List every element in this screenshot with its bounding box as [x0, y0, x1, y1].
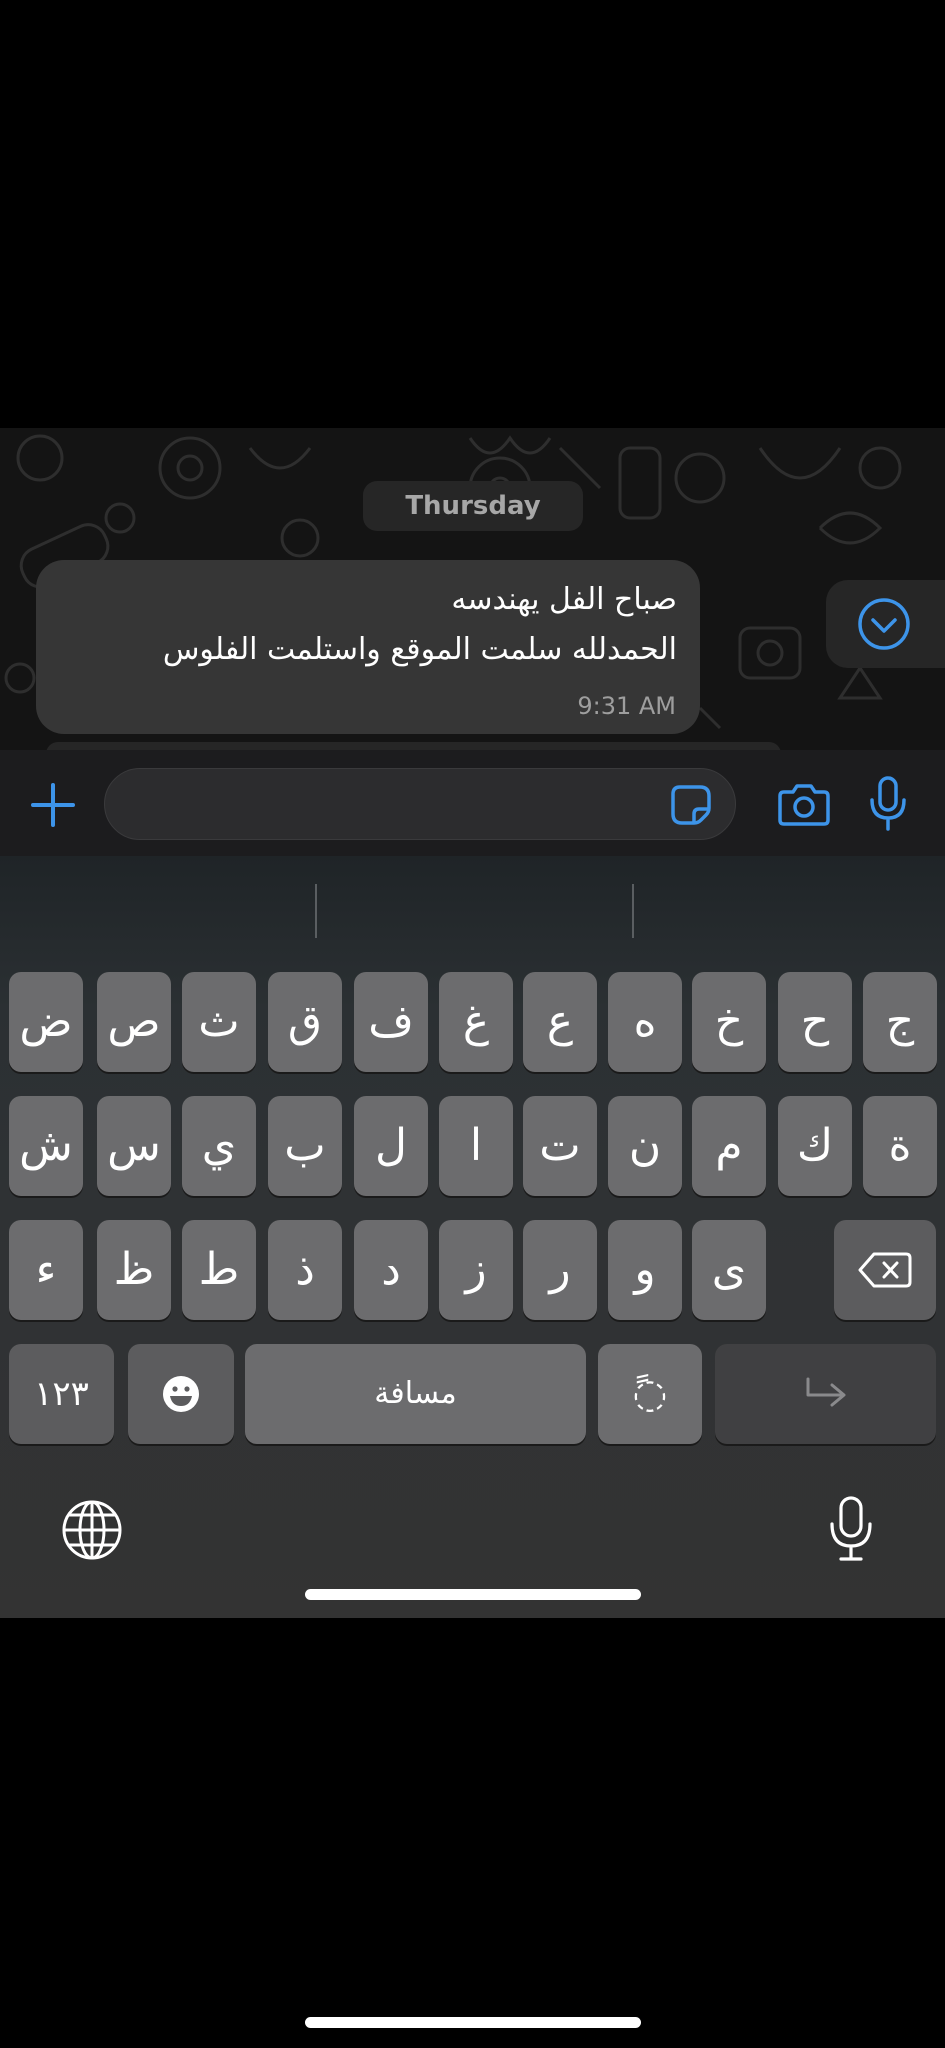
- key-label: ث: [198, 996, 240, 1047]
- key-label: ى: [711, 1244, 747, 1295]
- key-row3-1[interactable]: ظ: [97, 1220, 171, 1320]
- key-label: د: [381, 1244, 401, 1295]
- key-row2-3[interactable]: ب: [268, 1096, 342, 1196]
- key-row1-1[interactable]: ص: [97, 972, 171, 1072]
- date-separator: Thursday: [363, 481, 583, 531]
- key-label: ا: [469, 1120, 483, 1171]
- key-label: ع: [546, 996, 574, 1047]
- key-label: ر: [549, 1244, 571, 1295]
- key-label: ل: [375, 1120, 407, 1171]
- microphone-icon: [870, 776, 906, 831]
- key-row2-10[interactable]: ة: [863, 1096, 937, 1196]
- sticker-icon: [671, 785, 711, 825]
- key-label: ك: [796, 1120, 834, 1171]
- key-label: ص: [107, 996, 161, 1047]
- key-row2-5[interactable]: ا: [439, 1096, 513, 1196]
- key-row2-7[interactable]: ن: [608, 1096, 682, 1196]
- key-row2-0[interactable]: ش: [9, 1096, 83, 1196]
- numbers-key[interactable]: ١٢٣: [9, 1344, 114, 1444]
- space-key-label: مسافة: [374, 1376, 457, 1411]
- key-row3-8[interactable]: ى: [692, 1220, 766, 1320]
- key-label: م: [715, 1120, 743, 1171]
- emoji-key[interactable]: [128, 1344, 234, 1444]
- home-indicator[interactable]: [305, 1589, 641, 1600]
- key-row1-8[interactable]: خ: [692, 972, 766, 1072]
- key-row2-1[interactable]: س: [97, 1096, 171, 1196]
- key-row2-4[interactable]: ل: [354, 1096, 428, 1196]
- globe-icon: [62, 1500, 122, 1560]
- key-row3-4[interactable]: د: [354, 1220, 428, 1320]
- key-label: غ: [462, 996, 490, 1047]
- key-label: ة: [888, 1120, 912, 1171]
- key-label: ط: [198, 1244, 240, 1295]
- globe-button[interactable]: [60, 1498, 124, 1562]
- diacritic-key[interactable]: ً◌: [598, 1344, 702, 1444]
- key-row3-3[interactable]: ذ: [268, 1220, 342, 1320]
- key-row1-6[interactable]: ع: [523, 972, 597, 1072]
- delete-key[interactable]: [834, 1220, 936, 1320]
- key-row1-0[interactable]: ض: [9, 972, 83, 1072]
- chevron-down-icon: [858, 598, 910, 650]
- key-row2-8[interactable]: م: [692, 1096, 766, 1196]
- key-row1-7[interactable]: ه: [608, 972, 682, 1072]
- key-row2-9[interactable]: ك: [778, 1096, 852, 1196]
- key-row1-10[interactable]: ج: [863, 972, 937, 1072]
- key-label: ب: [284, 1120, 326, 1171]
- key-label: ز: [465, 1244, 487, 1295]
- key-label: س: [107, 1120, 161, 1171]
- key-label: ح: [800, 996, 830, 1047]
- home-indicator[interactable]: [305, 2017, 641, 2028]
- suggestion-divider: [632, 884, 634, 938]
- key-row3-6[interactable]: ر: [523, 1220, 597, 1320]
- microphone-icon: [830, 1496, 872, 1561]
- emoji-icon: [163, 1376, 199, 1412]
- return-key[interactable]: [715, 1344, 936, 1444]
- message-text-line2: الحمدلله سلمت الموقع واستلمت الفلوس: [162, 632, 677, 667]
- key-row2-6[interactable]: ت: [523, 1096, 597, 1196]
- key-row1-9[interactable]: ح: [778, 972, 852, 1072]
- return-icon: [806, 1377, 845, 1407]
- key-label: ه: [633, 996, 657, 1047]
- key-label: ش: [19, 1120, 73, 1171]
- scroll-to-bottom-button[interactable]: [826, 580, 945, 668]
- key-label: ي: [201, 1120, 237, 1171]
- space-key[interactable]: مسافة: [245, 1344, 586, 1444]
- sticker-button[interactable]: [668, 782, 714, 828]
- message-input[interactable]: [104, 768, 736, 840]
- key-row1-4[interactable]: ف: [354, 972, 428, 1072]
- key-label: ق: [287, 996, 323, 1047]
- key-row1-5[interactable]: غ: [439, 972, 513, 1072]
- key-row2-2[interactable]: ي: [182, 1096, 256, 1196]
- key-label: خ: [714, 996, 744, 1047]
- key-row3-7[interactable]: و: [608, 1220, 682, 1320]
- key-row3-0[interactable]: ء: [9, 1220, 83, 1320]
- dictation-button[interactable]: [826, 1496, 876, 1562]
- key-label: ظ: [113, 1244, 155, 1295]
- key-row3-5[interactable]: ز: [439, 1220, 513, 1320]
- message-bubble[interactable]: صباح الفل يهندسه الحمدلله سلمت الموقع وا…: [36, 560, 700, 734]
- backspace-icon: [858, 1252, 912, 1288]
- key-row1-2[interactable]: ث: [182, 972, 256, 1072]
- camera-icon: [778, 784, 830, 826]
- attach-button[interactable]: [28, 780, 78, 830]
- camera-button[interactable]: [778, 778, 830, 830]
- key-label: و: [634, 1244, 656, 1295]
- key-label: ء: [35, 1244, 57, 1295]
- message-text-line1: صباح الفل يهندسه: [451, 582, 677, 617]
- key-row3-2[interactable]: ط: [182, 1220, 256, 1320]
- key-label: ج: [885, 996, 915, 1047]
- diacritic-key-label: ً◌: [632, 1371, 668, 1417]
- plus-icon: [31, 783, 75, 827]
- key-label: ض: [19, 996, 73, 1047]
- key-label: ت: [539, 1120, 581, 1171]
- key-label: ن: [628, 1120, 662, 1171]
- numbers-key-label: ١٢٣: [34, 1374, 89, 1414]
- message-time: 9:31 AM: [577, 692, 676, 720]
- voice-message-button[interactable]: [866, 776, 910, 832]
- key-row1-3[interactable]: ق: [268, 972, 342, 1072]
- key-label: ف: [368, 996, 414, 1047]
- key-label: ذ: [295, 1244, 315, 1295]
- suggestion-divider: [315, 884, 317, 938]
